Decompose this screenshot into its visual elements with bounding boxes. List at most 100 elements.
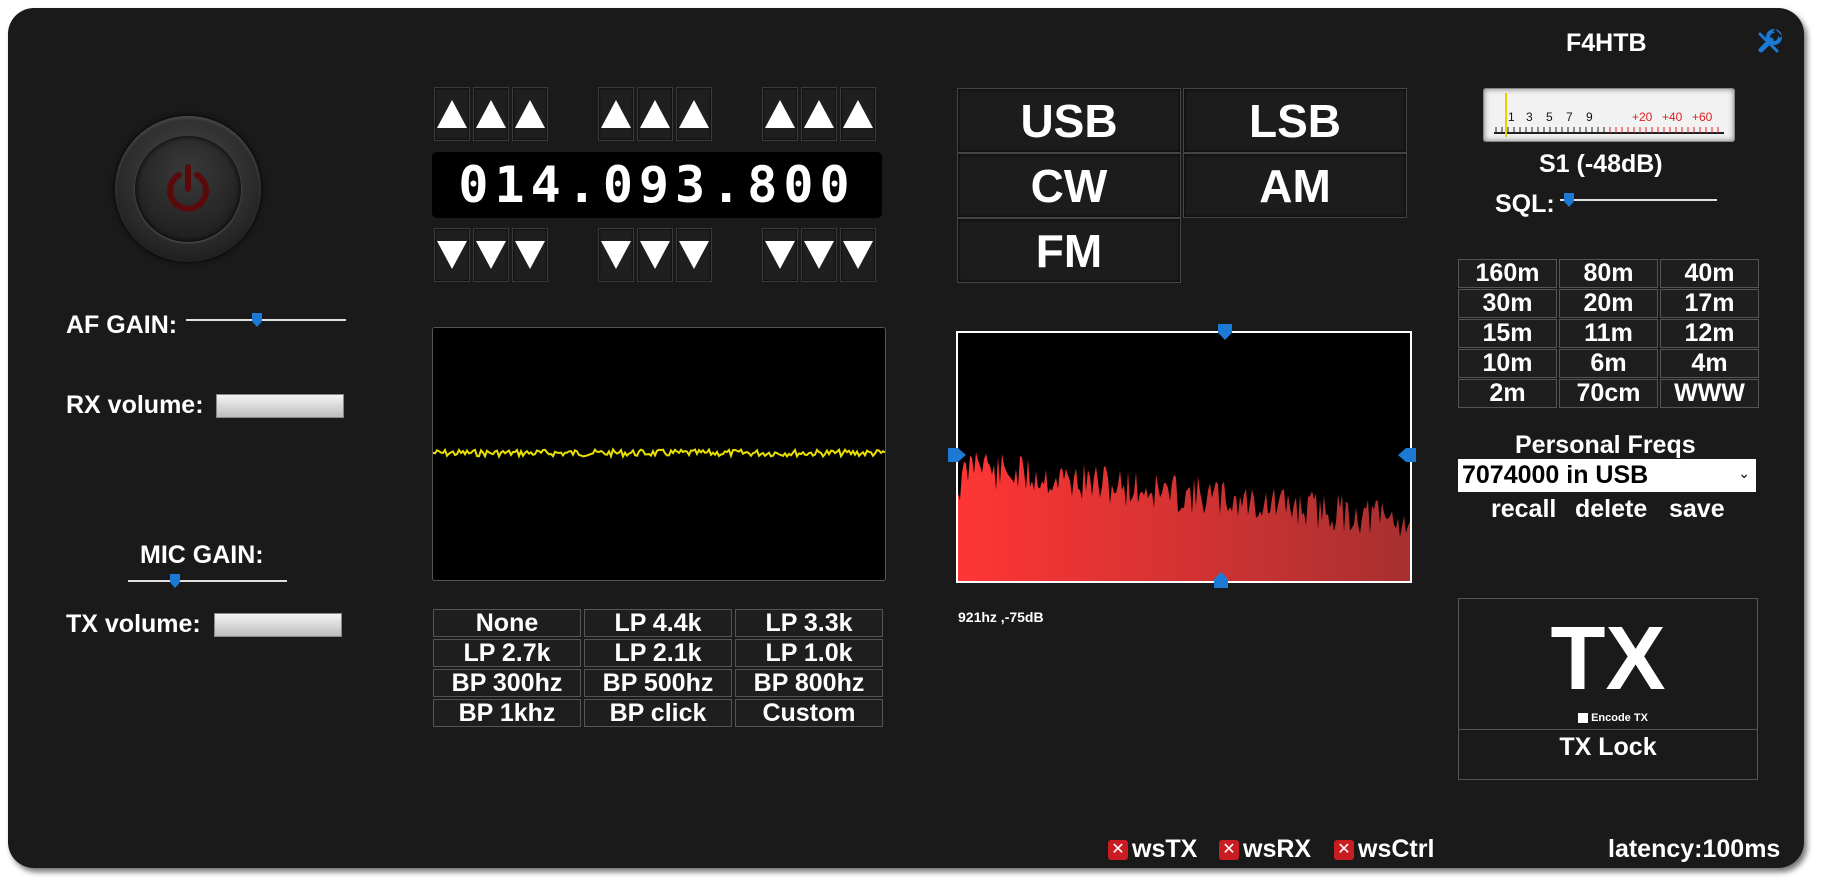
band-button[interactable]: 15m — [1458, 319, 1557, 348]
arrow-down-icon — [640, 241, 670, 269]
encode-tx-checkbox[interactable] — [1578, 713, 1588, 724]
arrow-up-icon — [601, 100, 631, 128]
s-meter-scale-label: +40 — [1662, 110, 1683, 124]
freq-up-button-4[interactable] — [637, 87, 673, 141]
band-button[interactable]: 20m — [1559, 289, 1658, 318]
band-button[interactable]: 11m — [1559, 319, 1658, 348]
band-button[interactable]: 40m — [1660, 259, 1759, 288]
ws-ctrl-status: ✕ wsCtrl — [1334, 835, 1434, 864]
filter-button[interactable]: BP 300hz — [433, 669, 581, 697]
spectrum-readout: 921hz ,-75dB — [958, 609, 1044, 625]
ws-tx-status: ✕ wsTX — [1108, 835, 1197, 864]
filter-button[interactable]: LP 4.4k — [584, 609, 732, 637]
encode-tx-label: Encode TX — [1591, 712, 1648, 724]
recall-button[interactable]: recall — [1491, 495, 1556, 524]
mic-gain-label: MIC GAIN: — [140, 541, 264, 569]
s-meter-reading: S1 (-48dB) — [1539, 150, 1663, 178]
arrow-up-icon — [515, 100, 545, 128]
squelch-slider[interactable] — [1560, 193, 1717, 207]
tx-volume-meter — [214, 613, 342, 637]
freq-up-button-7[interactable] — [801, 87, 837, 141]
arrow-up-icon — [804, 100, 834, 128]
personal-freqs-select[interactable]: 7074000 in USB ⌄ — [1458, 459, 1756, 492]
arrow-up-icon — [437, 100, 467, 128]
encode-tx-option[interactable]: Encode TX — [1578, 712, 1648, 724]
freq-down-button-0[interactable] — [434, 228, 470, 282]
band-button[interactable]: 30m — [1458, 289, 1557, 318]
freq-down-button-2[interactable] — [512, 228, 548, 282]
freq-down-button-4[interactable] — [637, 228, 673, 282]
error-x-icon: ✕ — [1334, 840, 1354, 861]
band-button[interactable]: 70cm — [1559, 379, 1658, 408]
save-button[interactable]: save — [1669, 495, 1725, 524]
af-gain-slider[interactable] — [186, 313, 346, 327]
freq-up-button-3[interactable] — [598, 87, 634, 141]
ws-rx-status: ✕ wsRX — [1219, 835, 1311, 864]
mode-lsb-button[interactable]: LSB — [1183, 88, 1407, 153]
personal-freqs-selected: 7074000 in USB — [1462, 461, 1649, 489]
band-button[interactable]: 6m — [1559, 349, 1658, 378]
filter-button[interactable]: LP 2.1k — [584, 639, 732, 667]
freq-down-button-8[interactable] — [840, 228, 876, 282]
s-meter: 1 3 5 7 9 +20 +40 +60 — [1483, 88, 1735, 142]
delete-button[interactable]: delete — [1575, 495, 1647, 524]
band-button[interactable]: 2m — [1458, 379, 1557, 408]
mode-cw-button[interactable]: CW — [957, 153, 1181, 218]
arrow-down-icon — [765, 241, 795, 269]
arrow-down-icon — [601, 241, 631, 269]
ws-ctrl-label: wsCtrl — [1358, 835, 1435, 863]
freq-up-button-6[interactable] — [762, 87, 798, 141]
band-button[interactable]: 80m — [1559, 259, 1658, 288]
tx-lock-button[interactable]: TX Lock — [1459, 731, 1757, 763]
arrow-up-icon — [843, 100, 873, 128]
freq-down-button-3[interactable] — [598, 228, 634, 282]
s-meter-scale-label: +20 — [1632, 110, 1653, 124]
s-meter-scale-label: 3 — [1526, 110, 1533, 124]
tx-button[interactable]: TX — [1459, 609, 1757, 709]
rx-volume-label: RX volume: — [66, 391, 204, 419]
arrow-up-icon — [476, 100, 506, 128]
freq-up-button-5[interactable] — [676, 87, 712, 141]
filter-button[interactable]: BP 500hz — [584, 669, 732, 697]
personal-freqs-title: Personal Freqs — [1515, 431, 1696, 459]
freq-down-button-6[interactable] — [762, 228, 798, 282]
arrow-up-icon — [679, 100, 709, 128]
band-button[interactable]: WWW — [1660, 379, 1759, 408]
filter-button[interactable]: None — [433, 609, 581, 637]
band-button[interactable]: 4m — [1660, 349, 1759, 378]
band-button[interactable]: 160m — [1458, 259, 1557, 288]
audio-scope — [432, 327, 886, 581]
spectrum-display[interactable] — [956, 331, 1412, 583]
filter-button[interactable]: LP 1.0k — [735, 639, 883, 667]
tx-panel: TX Encode TX TX Lock — [1458, 598, 1758, 780]
freq-up-button-2[interactable] — [512, 87, 548, 141]
power-button[interactable] — [115, 116, 261, 262]
freq-down-button-1[interactable] — [473, 228, 509, 282]
band-button[interactable]: 10m — [1458, 349, 1557, 378]
mic-gain-slider[interactable] — [128, 574, 287, 588]
filter-button[interactable]: Custom — [735, 699, 883, 727]
freq-up-button-8[interactable] — [840, 87, 876, 141]
freq-up-button-1[interactable] — [473, 87, 509, 141]
ws-tx-label: wsTX — [1132, 835, 1198, 863]
mode-am-button[interactable]: AM — [1183, 153, 1407, 218]
mode-usb-button[interactable]: USB — [957, 88, 1181, 153]
filter-button[interactable]: BP 1khz — [433, 699, 581, 727]
mode-fm-button[interactable]: FM — [957, 218, 1181, 283]
rx-volume-meter — [216, 394, 344, 418]
filter-button[interactable]: BP click — [584, 699, 732, 727]
freq-down-button-7[interactable] — [801, 228, 837, 282]
freq-down-button-5[interactable] — [676, 228, 712, 282]
filter-button[interactable]: BP 800hz — [735, 669, 883, 697]
band-button[interactable]: 17m — [1660, 289, 1759, 318]
arrow-down-icon — [679, 241, 709, 269]
squelch-label: SQL: — [1495, 190, 1555, 218]
freq-up-button-0[interactable] — [434, 87, 470, 141]
filter-button[interactable]: LP 2.7k — [433, 639, 581, 667]
settings-wrench-icon[interactable] — [1757, 28, 1783, 54]
band-button[interactable]: 12m — [1660, 319, 1759, 348]
filter-button[interactable]: LP 3.3k — [735, 609, 883, 637]
arrow-down-icon — [515, 241, 545, 269]
tx-divider — [1459, 729, 1757, 730]
s-meter-scale-label: +60 — [1692, 110, 1713, 124]
